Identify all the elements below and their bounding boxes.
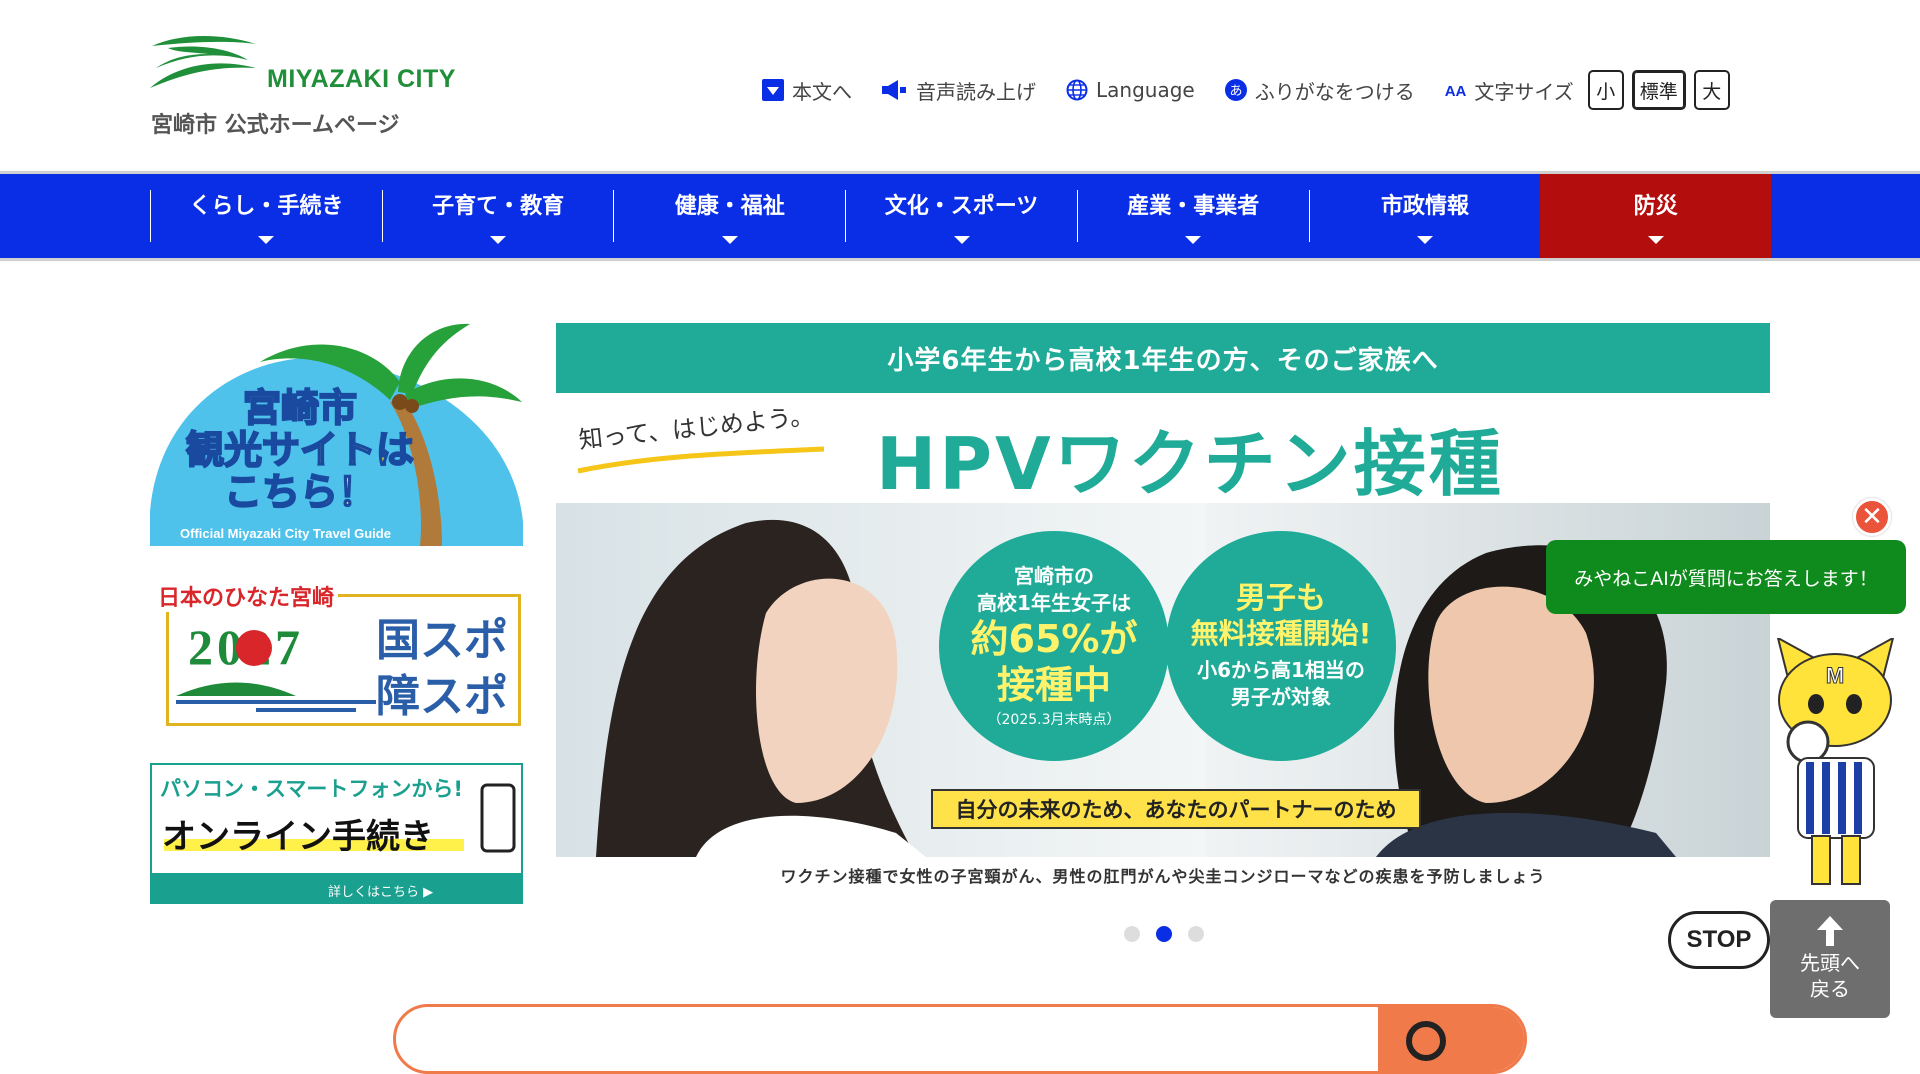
national-sports-banner[interactable]: 日本のひなた宮崎 2027 国スポ 障スポ [150,580,523,728]
nav-item-label: 文化・スポーツ [884,194,1039,219]
slider-dot-1[interactable] [1124,926,1140,942]
furigana-icon: あ [1224,79,1247,101]
statistic-circle-boys: 男子も 無料接種開始! 小6から高1相当の 男子が対象 [1166,531,1396,761]
nav-item-label: 市政情報 [1380,194,1469,219]
skip-to-content-icon [762,79,784,101]
nav-item-shisei[interactable]: 市政情報 [1308,190,1541,244]
circle1-line2: 高校1年生女子は [977,591,1131,616]
header-utilities: 本文へ 音声読み上げ Language あ ふりがなをつける AA 文字サイズ [762,68,1730,112]
skip-to-content-label: 本文へ [792,79,852,104]
miyazaki-logo-mark-icon [150,35,256,88]
miyaneko-mascot[interactable]: M [1768,636,1903,892]
furigana-link[interactable]: あ ふりがなをつける [1224,76,1415,105]
svg-text:あ: あ [1229,84,1242,99]
online-procedure-banner[interactable]: パソコン・スマートフォンから! オンライン手続き 詳しくはこちら ▶ [150,763,523,904]
nav-item-label: 子育て・教育 [432,194,565,219]
stop-speech-button[interactable]: STOP [1668,911,1770,969]
skip-to-content-link[interactable]: 本文へ [762,76,852,105]
circle1-note: （2025.3月末時点） [987,711,1121,728]
travel-banner-subtitle: Official Miyazaki City Travel Guide [180,526,391,541]
global-navigation: くらし・手続き 子育て・教育 健康・福祉 文化・スポーツ 産業・事業者 市政情報… [0,171,1920,261]
site-header: MIYAZAKI CITY 宮崎市 公式ホームページ 本文へ 音声読み上げ La… [0,0,1920,170]
nav-item-label: くらし・手続き [189,194,344,219]
nav-item-bunka[interactable]: 文化・スポーツ [845,190,1077,244]
chevron-down-icon [490,236,507,244]
hero-caption: ワクチン接種で女性の子宮頸がん、男性の肛門がんや尖圭コンジローマなどの疾患を予防… [780,867,1546,886]
hero-topbar: 小学6年生から高校1年生の方、そのご家族へ [556,323,1770,393]
nav-item-kurashi[interactable]: くらし・手続き [150,190,382,244]
hero-message-banner: 自分の未来のため、あなたのパートナーのため [931,789,1421,829]
smartphone-icon [480,783,516,853]
sports-banner-top: 日本のひなた宮崎 [154,580,339,612]
nav-item-sangyo[interactable]: 産業・事業者 [1076,190,1309,244]
back-to-top-label: 先頭へ 戻る [1800,950,1860,1002]
hero-title: HPVワクチン接種 [876,422,1504,506]
font-size-small-button[interactable]: 小 [1587,70,1624,110]
svg-text:M: M [1826,663,1844,688]
site-logo[interactable]: MIYAZAKI CITY 宮崎市 公式ホームページ [148,34,455,144]
circle2-line2: 男子が対象 [1231,684,1331,709]
travel-banner-line1: 宮崎市 [242,386,358,430]
slider-dot-3[interactable] [1188,926,1204,942]
site-search[interactable] [393,1004,1527,1074]
circle2-line1: 小6から高1相当の [1197,657,1365,682]
circle1-line1: 宮崎市の [1014,564,1094,589]
circle1-big2: 接種中 [996,663,1111,707]
logo-english-text: MIYAZAKI CITY [267,65,456,93]
ai-chat-bubble[interactable]: みやねこAIが質問にお答えします！ [1546,540,1906,614]
travel-banner-text: 宮崎市 観光サイトは こちら！ [180,386,420,514]
nav-item-bousai[interactable]: 防災 [1540,174,1772,258]
slider-pagination [1124,926,1220,942]
text-to-speech-label: 音声読み上げ [916,79,1036,104]
language-label: Language [1096,78,1195,102]
travel-guide-banner[interactable]: 宮崎市 観光サイトは こちら！ Official Miyazaki City T… [150,322,523,546]
font-size-standard-button[interactable]: 標準 [1631,70,1686,110]
back-to-top-line2: 戻る [1810,977,1850,1001]
tagline-underline-icon [577,446,825,474]
chevron-down-icon [953,236,970,244]
online-banner-line1: パソコン・スマートフォンから! [160,777,463,801]
arrow-up-icon [1817,916,1843,946]
nav-item-kosodate[interactable]: 子育て・教育 [381,190,614,244]
sports-kokusupo-text: 国スポ [376,615,508,666]
language-link[interactable]: Language [1066,78,1195,102]
nav-item-kenko[interactable]: 健康・福祉 [613,190,845,244]
search-icon [1406,1021,1446,1061]
chevron-down-icon [1416,236,1433,244]
font-size-large-button[interactable]: 大 [1693,70,1730,110]
nav-item-label: 健康・福祉 [674,194,785,219]
circle2-big1: 男子も [1236,581,1326,617]
font-size-icon: AA [1445,79,1467,102]
circle1-big1: 約65%が [970,617,1138,662]
back-to-top-line1: 先頭へ [1800,951,1860,975]
speaker-icon [882,79,908,101]
text-to-speech-link[interactable]: 音声読み上げ [882,76,1036,105]
landscape-lines-icon [176,682,376,712]
nav-item-label: 防災 [1633,194,1678,219]
cat-mascot-icon: M [1776,636,1895,885]
online-banner-line2: オンライン手続き [162,817,434,857]
globe-icon [1066,79,1088,101]
font-size-icon-text: AA [1444,82,1467,100]
circle2-big2: 無料接種開始! [1190,617,1372,651]
logo-japanese-text: 宮崎市 公式ホームページ [151,113,400,138]
travel-banner-line2: 観光サイトは [185,427,415,472]
search-button[interactable] [1378,1007,1524,1071]
furigana-label: ふりがなをつける [1254,79,1415,104]
chevron-down-icon [1185,236,1202,244]
statistic-circle-girls: 宮崎市の 高校1年生女子は 約65%が 接種中 （2025.3月末時点） [939,531,1169,761]
slider-dot-2[interactable] [1156,926,1172,942]
online-banner-link[interactable]: 詳しくはこちら ▶ [328,881,433,900]
font-size-text: 文字サイズ [1474,79,1574,104]
chat-close-button[interactable]: ✕ [1853,498,1891,536]
font-size-label: AA 文字サイズ [1445,76,1574,105]
chevron-down-icon [258,236,275,244]
nav-item-label: 産業・事業者 [1127,194,1260,219]
rising-sun-icon [236,630,272,666]
sports-shosupo-text: 障スポ [376,671,508,722]
travel-banner-line3: こちら！ [223,469,377,514]
chevron-down-icon [1647,236,1664,244]
back-to-top-button[interactable]: 先頭へ 戻る [1770,900,1890,1018]
chevron-down-icon [721,236,738,244]
